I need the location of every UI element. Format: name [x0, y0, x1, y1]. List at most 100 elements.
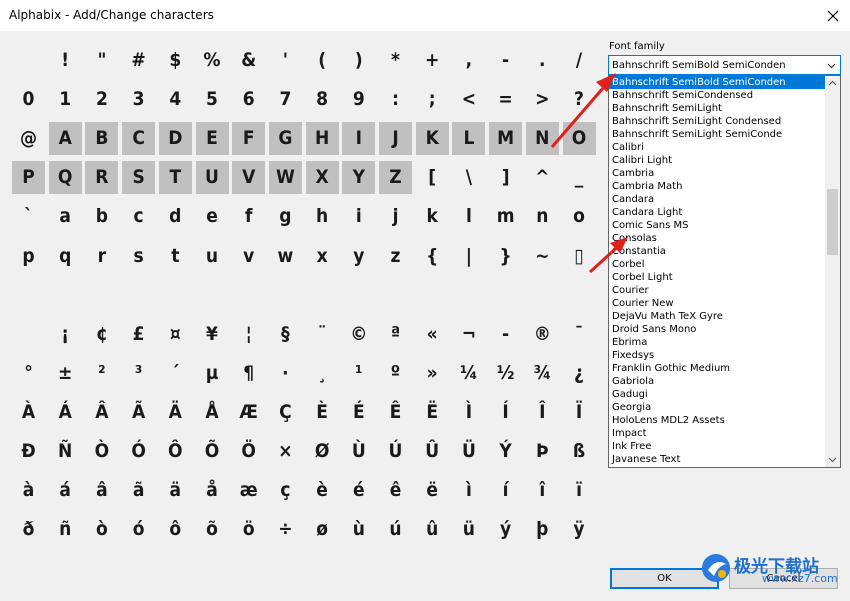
char-cell[interactable]: #	[122, 44, 155, 77]
char-cell[interactable]: »	[416, 357, 449, 390]
char-cell[interactable]: ª	[379, 318, 412, 351]
char-cell[interactable]: ñ	[49, 513, 82, 546]
char-cell[interactable]: Ì	[452, 396, 485, 429]
char-cell[interactable]: c	[122, 200, 155, 233]
char-cell[interactable]: e	[196, 200, 229, 233]
char-cell[interactable]: ç	[269, 474, 302, 507]
char-cell[interactable]: ;	[416, 83, 449, 116]
font-option[interactable]: Javanese Text	[609, 453, 825, 466]
char-cell[interactable]: Ê	[379, 396, 412, 429]
font-option[interactable]: Ink Free	[609, 440, 825, 453]
char-cell[interactable]: `	[12, 200, 45, 233]
char-cell[interactable]: ▯	[563, 240, 596, 273]
font-option[interactable]: Impact	[609, 427, 825, 440]
char-cell[interactable]: ð	[12, 513, 45, 546]
scrollbar-thumb[interactable]	[827, 189, 838, 255]
char-cell[interactable]: 9	[342, 83, 375, 116]
char-cell[interactable]: ú	[379, 513, 412, 546]
char-cell[interactable]: Ú	[379, 435, 412, 468]
font-family-combobox[interactable]: Bahnschrift SemiBold SemiConden	[608, 55, 841, 75]
char-cell[interactable]: ³	[122, 357, 155, 390]
char-cell[interactable]: )	[342, 44, 375, 77]
char-cell[interactable]: Þ	[526, 435, 559, 468]
char-cell[interactable]: Õ	[196, 435, 229, 468]
font-option[interactable]: Courier New	[609, 297, 825, 310]
char-cell[interactable]: Á	[49, 396, 82, 429]
char-cell[interactable]: Ü	[452, 435, 485, 468]
char-cell[interactable]: 3	[122, 83, 155, 116]
char-cell[interactable]: í	[489, 474, 522, 507]
char-cell[interactable]: z	[379, 240, 412, 273]
char-cell[interactable]: v	[232, 240, 265, 273]
char-cell[interactable]: 2	[85, 83, 118, 116]
char-cell[interactable]: Z	[379, 161, 412, 195]
char-cell[interactable]: ÿ	[563, 513, 596, 546]
char-cell[interactable]: 5	[196, 83, 229, 116]
font-option[interactable]: Bahnschrift SemiBold SemiConden	[609, 76, 825, 89]
font-option[interactable]: Cambria Math	[609, 180, 825, 193]
char-cell[interactable]: Ä	[159, 396, 192, 429]
char-cell[interactable]: ®	[526, 318, 559, 351]
char-cell[interactable]: <	[452, 83, 485, 116]
char-cell[interactable]: t	[159, 240, 192, 273]
char-cell[interactable]: &	[232, 44, 265, 77]
char-cell[interactable]: K	[415, 122, 449, 156]
char-cell[interactable]: F	[232, 122, 266, 156]
char-cell[interactable]: µ	[196, 357, 229, 390]
char-cell[interactable]: È	[306, 396, 339, 429]
char-cell[interactable]: '	[269, 44, 302, 77]
close-button[interactable]	[816, 0, 850, 31]
char-cell[interactable]: *	[379, 44, 412, 77]
char-cell[interactable]: n	[526, 200, 559, 233]
char-cell[interactable]: f	[232, 200, 265, 233]
char-cell[interactable]: ì	[452, 474, 485, 507]
char-cell[interactable]: k	[416, 200, 449, 233]
font-option[interactable]: Consolas	[609, 232, 825, 245]
char-cell[interactable]: >	[526, 83, 559, 116]
char-cell[interactable]: T	[158, 161, 192, 195]
char-cell[interactable]: .	[526, 44, 559, 77]
char-cell[interactable]: u	[196, 240, 229, 273]
char-cell[interactable]: 8	[306, 83, 339, 116]
char-cell[interactable]: ,	[452, 44, 485, 77]
char-cell[interactable]: (	[306, 44, 339, 77]
char-cell[interactable]: @	[12, 122, 45, 155]
char-cell[interactable]: O	[562, 122, 596, 156]
char-cell[interactable]: Ù	[342, 435, 375, 468]
char-cell[interactable]: |	[452, 240, 485, 273]
char-cell[interactable]: 4	[159, 83, 192, 116]
char-cell[interactable]: ø	[306, 513, 339, 546]
font-option[interactable]: Constantia	[609, 245, 825, 258]
char-cell[interactable]: R	[85, 161, 119, 195]
char-cell[interactable]: Â	[85, 396, 118, 429]
font-option[interactable]: Corbel	[609, 258, 825, 271]
char-cell[interactable]: ¸	[306, 357, 339, 390]
char-cell[interactable]: ¤	[159, 318, 192, 351]
char-cell[interactable]: é	[342, 474, 375, 507]
char-cell[interactable]: D	[158, 122, 192, 156]
font-option[interactable]: Bahnschrift SemiLight	[609, 102, 825, 115]
font-option[interactable]: Gabriola	[609, 375, 825, 388]
char-cell[interactable]: ×	[269, 435, 302, 468]
char-cell[interactable]: j	[379, 200, 412, 233]
char-cell[interactable]: Ô	[159, 435, 192, 468]
char-cell[interactable]: ¶	[232, 357, 265, 390]
char-cell[interactable]: V	[232, 161, 266, 195]
char-cell[interactable]: h	[306, 200, 339, 233]
char-cell[interactable]: £	[122, 318, 155, 351]
char-cell[interactable]: á	[49, 474, 82, 507]
char-cell[interactable]: ê	[379, 474, 412, 507]
font-option[interactable]: Calibri Light	[609, 154, 825, 167]
char-cell[interactable]: º	[379, 357, 412, 390]
char-cell[interactable]: U	[195, 161, 229, 195]
char-cell[interactable]: Ï	[563, 396, 596, 429]
char-cell[interactable]: P	[12, 161, 45, 195]
char-cell[interactable]: ½	[489, 357, 522, 390]
char-cell[interactable]: ã	[122, 474, 155, 507]
scroll-down-icon[interactable]	[825, 452, 840, 467]
font-option[interactable]: Gadugi	[609, 388, 825, 401]
char-cell[interactable]: ü	[452, 513, 485, 546]
char-cell[interactable]: ß	[563, 435, 596, 468]
font-option[interactable]: Fixedsys	[609, 349, 825, 362]
char-cell[interactable]: ï	[563, 474, 596, 507]
